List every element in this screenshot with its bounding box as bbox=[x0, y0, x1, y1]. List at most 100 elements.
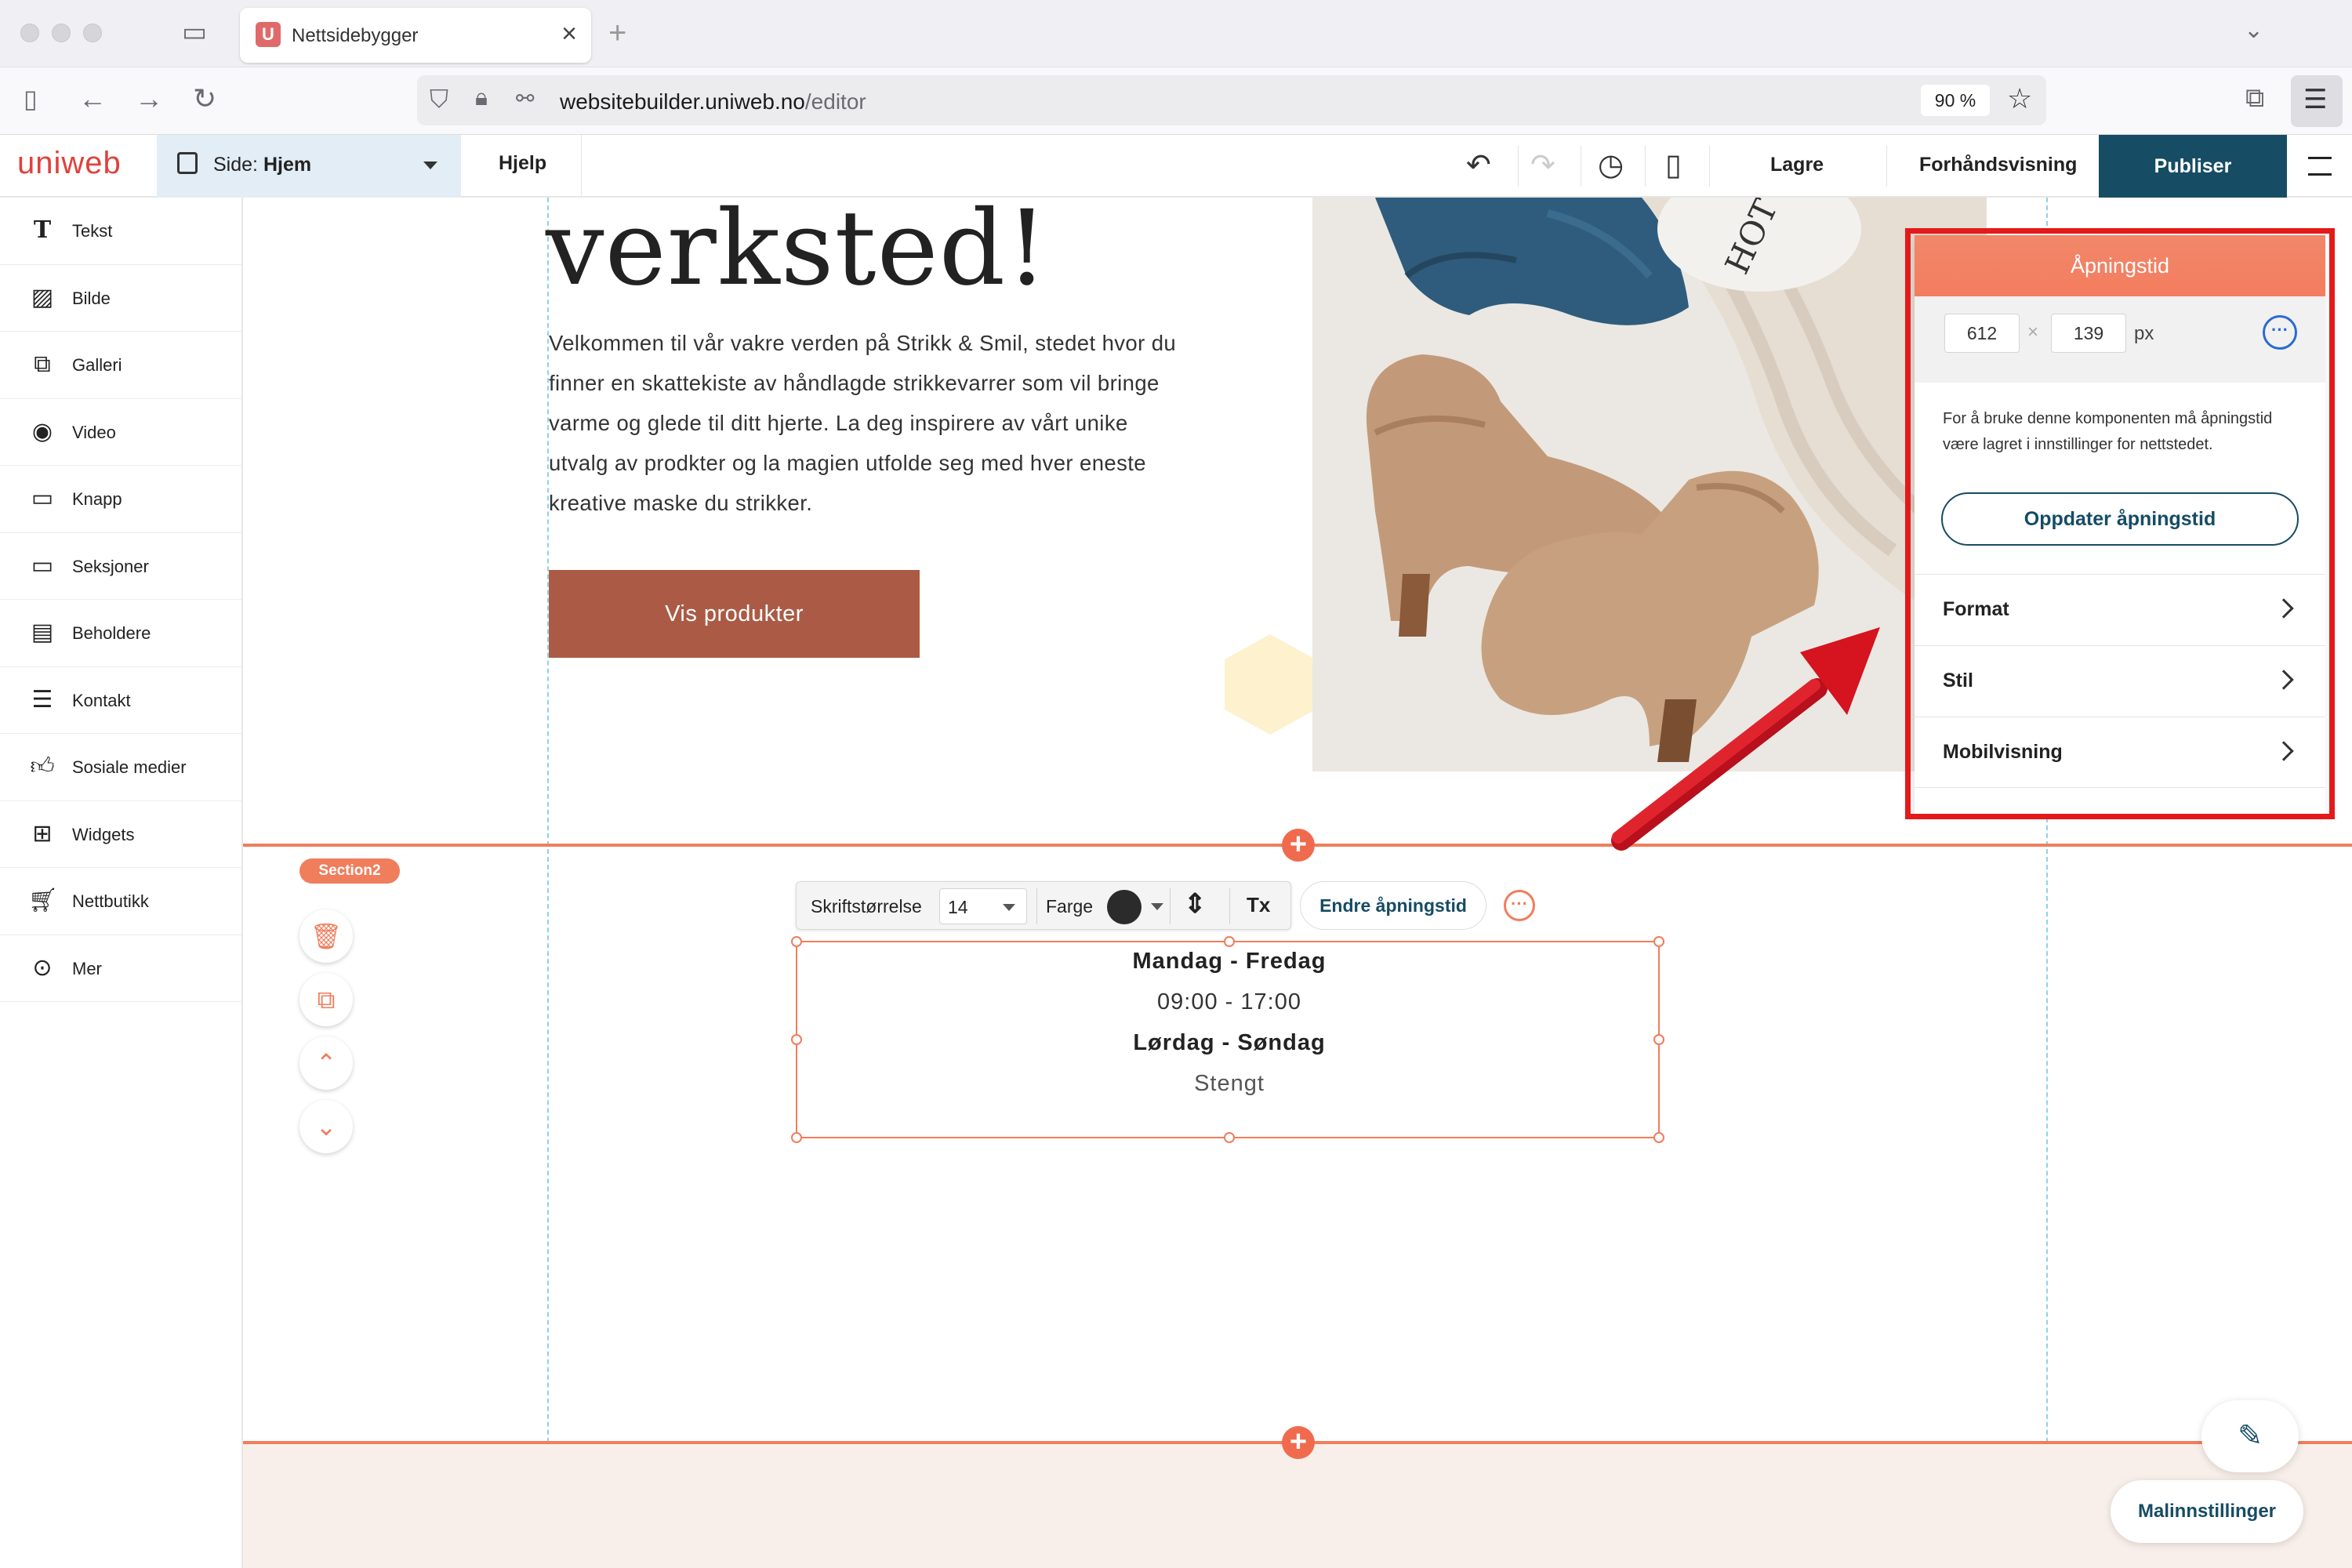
sidebar-item-label: Bilde bbox=[72, 288, 111, 308]
view-products-button[interactable]: Vis produkter bbox=[549, 570, 920, 658]
tab-overview-icon[interactable]: ▭ bbox=[182, 19, 207, 45]
sidebar-item-label: Knapp bbox=[72, 489, 122, 509]
template-settings-button[interactable]: Malinnstillinger bbox=[2111, 1480, 2303, 1543]
hero-photo[interactable]: HOT MESS bbox=[1312, 198, 1987, 771]
font-size-select[interactable]: 14 bbox=[939, 888, 1027, 924]
mobile-preview-icon[interactable]: ▯ bbox=[1665, 147, 1682, 183]
site-settings-icon[interactable]: ⚯ bbox=[516, 88, 534, 110]
delete-section-icon[interactable]: 🗑︎ bbox=[299, 909, 353, 963]
bookmark-star-icon[interactable]: ☆ bbox=[2007, 85, 2032, 113]
more-options-icon[interactable]: ··· bbox=[1504, 890, 1535, 921]
design-tools-button[interactable]: ✎ bbox=[2201, 1400, 2299, 1472]
text-format-toolbar: Skriftstørrelse 14 Farge ⇕ Tx bbox=[796, 881, 1291, 930]
toolbar-divider bbox=[1886, 146, 1887, 187]
sidebar-item-mer[interactable]: ⊙ Mer bbox=[0, 935, 241, 1002]
sidebar-item-label: Beholdere bbox=[72, 623, 151, 643]
url-path: /editor bbox=[804, 89, 866, 114]
help-button[interactable]: Hjelp bbox=[463, 135, 582, 198]
sidebar-item-tekst[interactable]: T Tekst bbox=[0, 198, 241, 265]
resize-handle[interactable] bbox=[791, 1132, 802, 1143]
address-bar[interactable]: ⛉ 🔒︎ ⚯ websitebuilder.uniweb.no/editor 9… bbox=[417, 75, 2046, 125]
highlight-outline bbox=[1905, 228, 2335, 819]
add-section-icon[interactable]: + bbox=[1282, 1426, 1315, 1459]
page-selector-label: Side: Hjem bbox=[213, 154, 311, 176]
gallery-icon: ⧉ bbox=[34, 351, 51, 377]
hero-text-line: finner en skattekiste av håndlagde strik… bbox=[549, 371, 1160, 395]
clear-format-icon[interactable]: Tx bbox=[1247, 893, 1270, 917]
tab-title: Nettsidebygger bbox=[292, 25, 419, 46]
extensions-icon[interactable]: ⧉ bbox=[2245, 85, 2264, 111]
sidebar-item-label: Kontakt bbox=[72, 690, 131, 710]
hero-text-line: kreative maske du strikker. bbox=[549, 491, 813, 515]
window-zoom-button[interactable] bbox=[83, 24, 102, 42]
sidebar-item-widgets[interactable]: ⊞ Widgets bbox=[0, 801, 241, 868]
opening-hours-component[interactable]: Mandag - Fredag 09:00 - 17:00 Lørdag - S… bbox=[791, 936, 1664, 1143]
sidebar-toggle-icon[interactable]: ▯ bbox=[24, 86, 38, 111]
forward-icon[interactable]: → bbox=[135, 85, 163, 113]
window-close-button[interactable] bbox=[20, 24, 39, 42]
widgets-icon: ⊞ bbox=[32, 820, 53, 847]
sidebar-item-kontakt[interactable]: ☰ Kontakt bbox=[0, 667, 241, 734]
shield-icon[interactable]: ⛉ bbox=[430, 86, 448, 111]
sidebar-item-galleri[interactable]: ⧉ Galleri bbox=[0, 332, 241, 399]
preview-button[interactable]: Forhåndsvisning bbox=[1919, 154, 2077, 176]
image-icon: ▨ bbox=[31, 284, 54, 310]
section-tag[interactable]: Section2 bbox=[299, 858, 400, 884]
sidebar-item-sosiale-medier[interactable]: 👍︎ Sosiale medier bbox=[0, 734, 241, 801]
browser-nav-bar: ▯ ← → ↻ ⛉ 🔒︎ ⚯ websitebuilder.uniweb.no/… bbox=[0, 67, 2352, 135]
text-color-swatch[interactable] bbox=[1107, 890, 1142, 924]
browser-menu-button[interactable]: ☰ bbox=[2291, 75, 2343, 127]
edit-hours-button[interactable]: Endre åpningstid bbox=[1300, 881, 1486, 930]
back-icon[interactable]: ← bbox=[78, 85, 107, 113]
page-name: Hjem bbox=[263, 154, 312, 176]
resize-handle[interactable] bbox=[791, 936, 802, 947]
hero-text[interactable]: Velkommen til vår vakre verden på Strikk… bbox=[549, 323, 1239, 523]
resize-handle[interactable] bbox=[1224, 1132, 1235, 1143]
tab-list-chevron-icon[interactable]: ⌄ bbox=[2244, 19, 2263, 42]
toolbar-divider bbox=[1709, 146, 1710, 187]
sidebar-item-nettbutikk[interactable]: 🛒︎ Nettbutikk bbox=[0, 868, 241, 935]
undo-icon[interactable]: ↶ bbox=[1466, 147, 1491, 183]
browser-tab-bar: ▭ U Nettsidebygger × + ⌄ bbox=[0, 0, 2352, 67]
sidebar-item-beholdere[interactable]: ▤ Beholdere bbox=[0, 600, 241, 667]
save-button[interactable]: Lagre bbox=[1770, 154, 1824, 176]
redo-icon[interactable]: ↷ bbox=[1530, 147, 1555, 183]
color-label: Farge bbox=[1046, 896, 1094, 916]
sidebar-item-label: Widgets bbox=[72, 824, 135, 844]
resize-handle[interactable] bbox=[1653, 1132, 1664, 1143]
cart-icon: 🛒︎ bbox=[28, 887, 59, 913]
contact-icon: ☰ bbox=[31, 686, 53, 713]
caret-down-icon[interactable] bbox=[1151, 903, 1163, 910]
add-section-icon[interactable]: + bbox=[1282, 829, 1315, 862]
url-host: websitebuilder.uniweb.no bbox=[560, 89, 805, 114]
sidebar-item-video[interactable]: ◉ Video bbox=[0, 399, 241, 466]
history-icon[interactable]: ◷ bbox=[1598, 147, 1624, 183]
uniweb-logo: uniweb bbox=[17, 146, 122, 180]
url-text[interactable]: websitebuilder.uniweb.no/editor bbox=[560, 89, 866, 114]
hours-weekdays-time: 09:00 - 17:00 bbox=[1157, 989, 1301, 1014]
hamburger-menu-icon[interactable] bbox=[2308, 157, 2332, 176]
duplicate-section-icon[interactable]: ⧉ bbox=[299, 973, 353, 1026]
resize-handle[interactable] bbox=[1653, 936, 1664, 947]
line-height-icon[interactable]: ⇕ bbox=[1184, 888, 1207, 920]
page-selector[interactable]: Side: Hjem bbox=[157, 135, 461, 198]
sidebar-item-knapp[interactable]: ▭ Knapp bbox=[0, 466, 241, 533]
new-tab-icon[interactable]: + bbox=[608, 17, 626, 49]
window-minimize-button[interactable] bbox=[52, 24, 71, 42]
sidebar-item-seksjoner[interactable]: ▭ Seksjoner bbox=[0, 533, 241, 600]
publish-button[interactable]: Publiser bbox=[2099, 135, 2287, 198]
zoom-level[interactable]: 90 % bbox=[1921, 85, 1990, 116]
lock-icon[interactable]: 🔒︎ bbox=[475, 86, 488, 110]
next-section[interactable] bbox=[243, 1443, 2352, 1568]
move-section-down-icon[interactable]: ⌄ bbox=[299, 1100, 353, 1153]
favicon-icon: U bbox=[256, 22, 281, 47]
browser-tab[interactable]: U Nettsidebygger × bbox=[240, 8, 591, 63]
move-section-up-icon[interactable]: ⌃ bbox=[299, 1036, 353, 1090]
hours-weekend-label: Lørdag - Søndag bbox=[1133, 1030, 1326, 1055]
decorative-hexagon bbox=[1225, 634, 1316, 735]
resize-handle[interactable] bbox=[1224, 936, 1235, 947]
tab-close-icon[interactable]: × bbox=[561, 19, 577, 49]
hero-heading[interactable]: verksted! bbox=[546, 198, 1048, 309]
sidebar-item-bilde[interactable]: ▨ Bilde bbox=[0, 265, 241, 332]
reload-icon[interactable]: ↻ bbox=[193, 85, 216, 113]
